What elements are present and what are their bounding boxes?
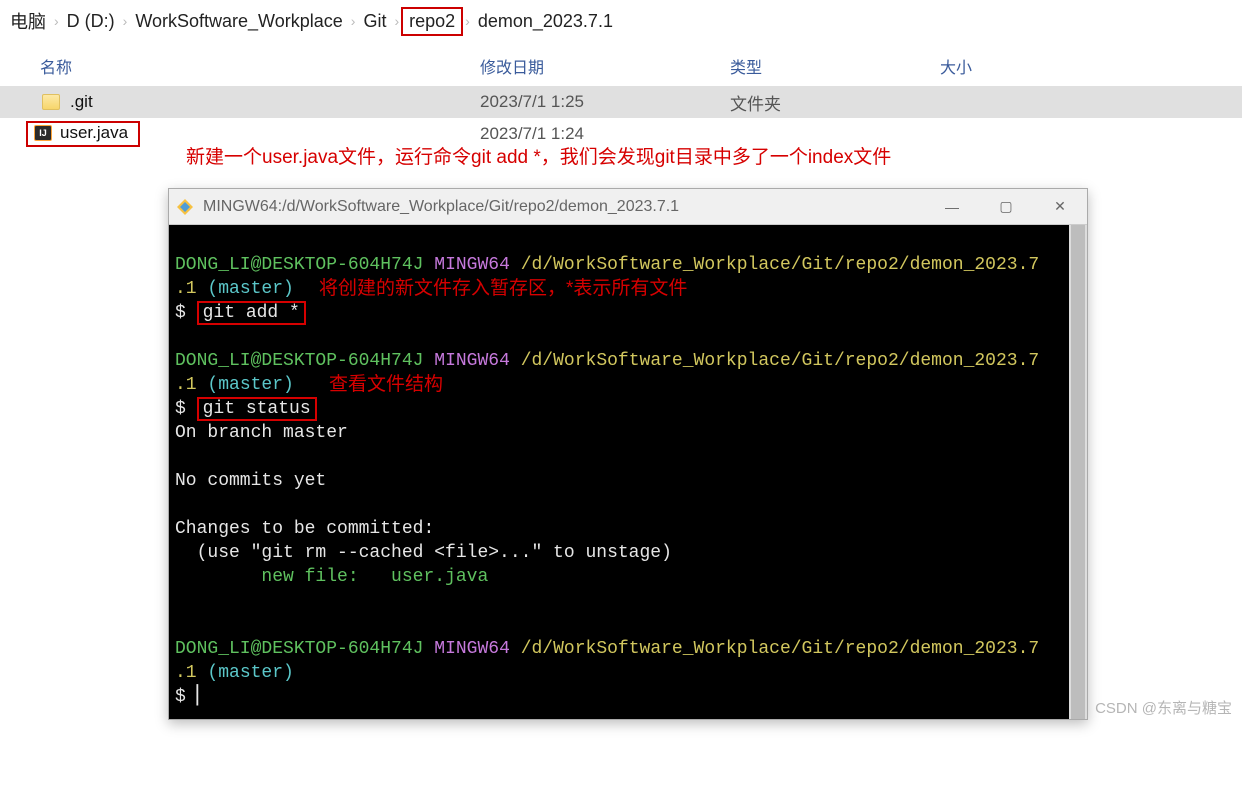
prompt-path-tail: .1 xyxy=(175,375,197,395)
out-branch: On branch master xyxy=(175,423,348,443)
maximize-button[interactable]: ▢ xyxy=(979,189,1033,225)
folder-icon xyxy=(42,94,60,110)
close-button[interactable]: ✕ xyxy=(1033,189,1087,225)
terminal-titlebar[interactable]: MINGW64:/d/WorkSoftware_Workplace/Git/re… xyxy=(169,189,1087,225)
header-size[interactable]: 大小 xyxy=(940,54,1242,78)
out-newfile: new file: user.java xyxy=(175,567,488,587)
prompt-dollar: $ xyxy=(175,399,186,419)
file-list: .git 2023/7/1 1:25 文件夹 IJ user.java 2023… xyxy=(0,86,1242,150)
prompt-branch: (master) xyxy=(207,375,293,395)
cmd-git-status: git status xyxy=(203,399,311,419)
prompt-path-tail: .1 xyxy=(175,663,197,683)
terminal-scrollbar[interactable] xyxy=(1069,225,1087,719)
file-date: 2023/7/1 1:25 xyxy=(480,92,730,112)
header-date[interactable]: 修改日期 xyxy=(480,54,730,78)
file-row-git[interactable]: .git 2023/7/1 1:25 文件夹 xyxy=(0,86,1242,118)
terminal-title-text: MINGW64:/d/WorkSoftware_Workplace/Git/re… xyxy=(203,198,679,216)
prompt-user: DONG_LI@DESKTOP-604H74J xyxy=(175,351,423,371)
prompt-env: MINGW64 xyxy=(434,351,510,371)
prompt-dollar: $ xyxy=(175,687,186,707)
annotation-git-add: 将创建的新文件存入暂存区，*表示所有文件 xyxy=(319,277,687,301)
crumb-git[interactable]: Git xyxy=(357,9,392,34)
annotation-git-status: 查看文件结构 xyxy=(329,373,443,397)
prompt-branch: (master) xyxy=(207,279,293,299)
cmd-git-add: git add * xyxy=(203,303,300,323)
breadcrumb: 电脑 › D (D:) › WorkSoftware_Workplace › G… xyxy=(0,0,1242,46)
prompt-user: DONG_LI@DESKTOP-604H74J xyxy=(175,255,423,275)
chevron-right-icon: › xyxy=(349,13,358,29)
prompt-path: /d/WorkSoftware_Workplace/Git/repo2/demo… xyxy=(521,351,1039,371)
out-nocommits: No commits yet xyxy=(175,471,326,491)
minimize-button[interactable]: — xyxy=(925,189,979,225)
chevron-right-icon: › xyxy=(392,13,401,29)
crumb-worksoftware[interactable]: WorkSoftware_Workplace xyxy=(129,9,348,34)
terminal-window: MINGW64:/d/WorkSoftware_Workplace/Git/re… xyxy=(168,188,1088,720)
prompt-user: DONG_LI@DESKTOP-604H74J xyxy=(175,639,423,659)
crumb-d[interactable]: D (D:) xyxy=(61,9,121,34)
out-hint: (use "git rm --cached <file>..." to unst… xyxy=(175,543,672,563)
crumb-demon[interactable]: demon_2023.7.1 xyxy=(472,9,619,34)
java-file-icon: IJ xyxy=(34,125,52,141)
file-type: 文件夹 xyxy=(730,90,940,115)
watermark: CSDN @东离与糖宝 xyxy=(1095,697,1232,718)
prompt-path: /d/WorkSoftware_Workplace/Git/repo2/demo… xyxy=(521,255,1039,275)
file-date: 2023/7/1 1:24 xyxy=(480,124,730,144)
prompt-env: MINGW64 xyxy=(434,255,510,275)
mintty-icon xyxy=(177,199,193,215)
crumb-pc[interactable]: 电脑 xyxy=(4,6,52,36)
prompt-env: MINGW64 xyxy=(434,639,510,659)
header-type[interactable]: 类型 xyxy=(730,54,940,78)
chevron-right-icon: › xyxy=(52,13,61,29)
prompt-path-tail: .1 xyxy=(175,279,197,299)
cursor: ▏ xyxy=(197,687,211,707)
prompt-branch: (master) xyxy=(207,663,293,683)
chevron-right-icon: › xyxy=(463,13,472,29)
out-changes: Changes to be committed: xyxy=(175,519,434,539)
file-name: user.java xyxy=(60,123,128,143)
prompt-dollar: $ xyxy=(175,303,186,323)
file-name: .git xyxy=(70,92,93,112)
header-name[interactable]: 名称˄ xyxy=(0,54,480,78)
terminal-body[interactable]: DONG_LI@DESKTOP-604H74J MINGW64 /d/WorkS… xyxy=(169,225,1087,719)
chevron-right-icon: › xyxy=(121,13,130,29)
annotation-new-file: 新建一个user.java文件，运行命令git add *，我们会发现git目录… xyxy=(186,142,891,169)
crumb-repo2[interactable]: repo2 xyxy=(401,7,463,36)
scrollbar-thumb[interactable] xyxy=(1071,225,1085,719)
prompt-path: /d/WorkSoftware_Workplace/Git/repo2/demo… xyxy=(521,639,1039,659)
file-list-header: 名称˄ 修改日期 类型 大小 xyxy=(0,46,1242,86)
